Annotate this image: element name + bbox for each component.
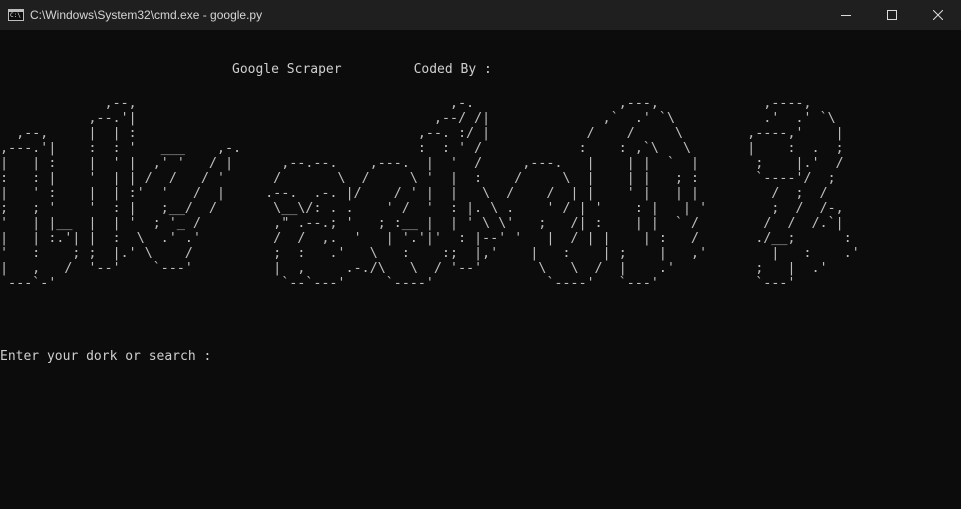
close-button[interactable]: [915, 0, 961, 30]
cmd-icon[interactable]: C:\: [8, 9, 24, 21]
maximize-button[interactable]: [869, 0, 915, 30]
program-name: Google Scraper: [232, 62, 342, 77]
close-icon: [933, 10, 943, 20]
window-controls: [823, 0, 961, 30]
ascii-art-banner: ,--, ,-. ,---, ,----, ,--.'| ,--/ /| ,` …: [0, 95, 860, 291]
header-line: Google Scraper Coded By :: [232, 63, 492, 77]
coded-by-label: Coded By :: [413, 62, 492, 77]
search-prompt[interactable]: Enter your dork or search :: [0, 350, 219, 364]
window-title: C:\Windows\System32\cmd.exe - google.py: [30, 8, 263, 22]
minimize-icon: [841, 15, 851, 16]
minimize-button[interactable]: [823, 0, 869, 30]
title-bar[interactable]: C:\ C:\Windows\System32\cmd.exe - google…: [0, 0, 961, 30]
maximize-icon: [887, 10, 897, 20]
cmd-window: C:\ C:\Windows\System32\cmd.exe - google…: [0, 0, 961, 509]
console-output[interactable]: Google Scraper Coded By : ,--, ,-. ,---, …: [0, 30, 961, 509]
